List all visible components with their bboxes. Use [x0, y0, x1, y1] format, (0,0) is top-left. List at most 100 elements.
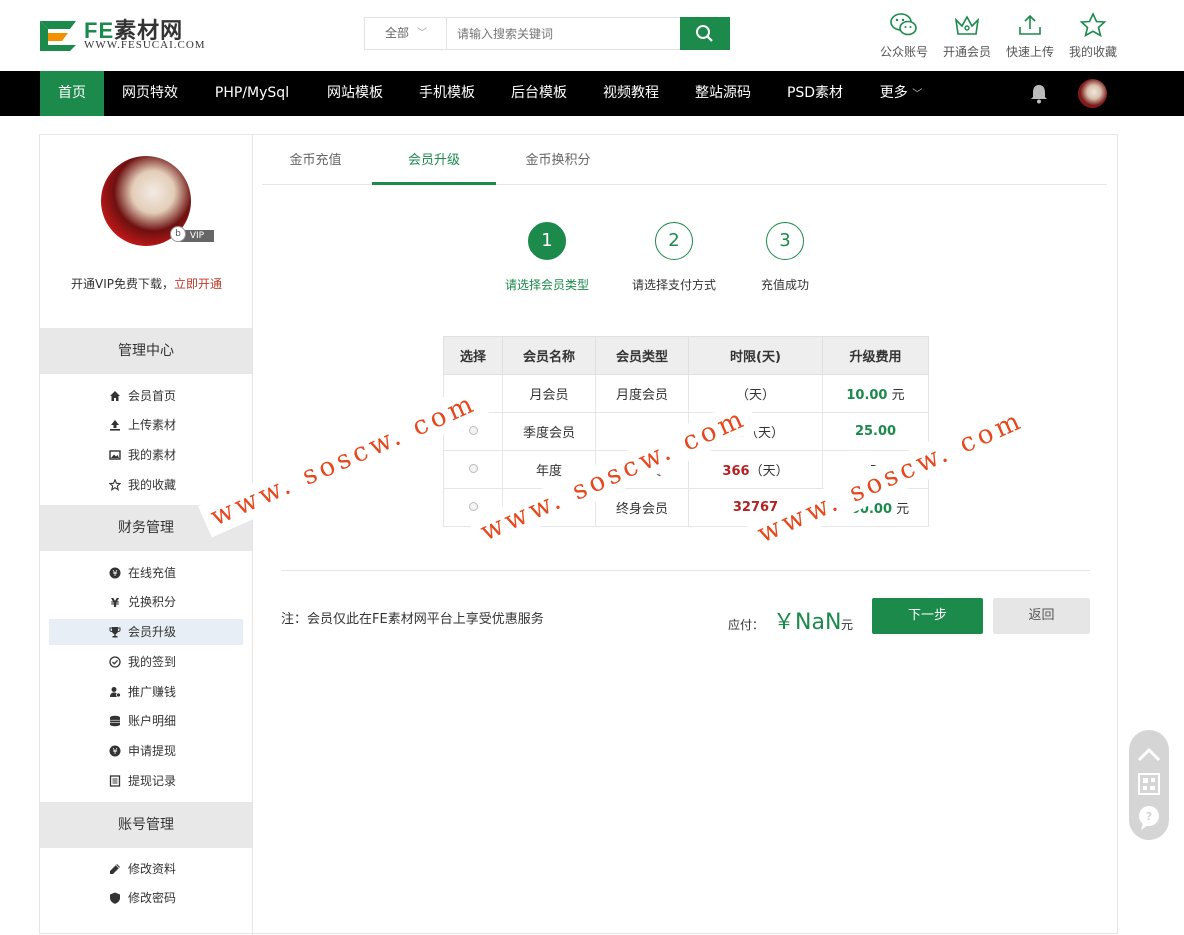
step-label: 请选择会员类型	[504, 278, 589, 292]
upload-icon	[110, 420, 120, 431]
col-upgrade-fee: 升级费用	[822, 336, 929, 375]
sidebar-item-checkin[interactable]: 我的签到	[49, 649, 243, 675]
shortcut-upload[interactable]: 快速上传	[1000, 12, 1060, 60]
database-icon	[110, 715, 120, 727]
search-bar: 全部 ﹀	[364, 17, 730, 50]
section-account: 账号管理	[40, 802, 252, 848]
home-icon	[110, 391, 120, 401]
member-center-card: VIP b 开通VIP免费下载，立即开通 管理中心 会员首页 上传素材 我的素材…	[39, 134, 1118, 935]
nav-site-templates[interactable]: 网站模板	[313, 71, 397, 116]
site-header: FE素材网 WWW.FESUCAI.COM 全部 ﹀ 公众账号	[0, 0, 1184, 71]
divider	[281, 570, 1090, 571]
svg-text:?: ?	[1146, 810, 1152, 823]
plan-radio[interactable]	[468, 426, 478, 435]
plan-radio[interactable]	[468, 502, 478, 511]
sidebar: VIP b 开通VIP免费下载，立即开通 管理中心 会员首页 上传素材 我的素材…	[40, 135, 253, 935]
sidebar-item-member-home[interactable]: 会员首页	[49, 383, 243, 409]
search-category-select[interactable]: 全部 ﹀	[365, 18, 447, 49]
site-logo[interactable]: FE素材网 WWW.FESUCAI.COM	[40, 15, 220, 55]
vip-prompt: 开通VIP免费下载，立即开通	[70, 277, 222, 291]
vip-badge: VIP b	[170, 226, 215, 244]
shield-icon	[110, 892, 120, 904]
nav-admin-templates[interactable]: 后台模板	[497, 71, 581, 116]
amount-due-unit: 元	[841, 618, 854, 632]
bell-icon[interactable]	[1028, 84, 1050, 104]
upload-icon	[1019, 14, 1041, 35]
svg-text:¥: ¥	[112, 569, 117, 578]
search-input[interactable]	[447, 18, 681, 49]
nav-full-source[interactable]: 整站源码	[681, 71, 765, 116]
sidebar-item-withdraw-records[interactable]: 提现记录	[49, 768, 243, 794]
wechat-icon	[890, 13, 917, 36]
col-member-type: 会员类型	[595, 336, 689, 375]
table-row[interactable]: 月会员 月度会员 （天） 10.00 元	[443, 374, 929, 413]
section-management: 管理中心	[40, 328, 252, 374]
yen-icon: ¥	[109, 745, 121, 757]
svg-text:¥: ¥	[111, 596, 120, 608]
step-1: 1 请选择会员类型	[482, 222, 612, 293]
sidebar-item-change-password[interactable]: 修改密码	[49, 885, 243, 911]
back-button[interactable]: 返回	[993, 598, 1090, 634]
amount-due-value: ￥NaN	[773, 610, 842, 635]
col-select: 选择	[443, 336, 503, 375]
main-nav: 首页 网页特效 PHP/MySql 网站模板 手机模板 后台模板 视频教程 整站…	[0, 71, 1184, 116]
user-promote-icon	[110, 687, 121, 698]
chevron-down-icon: ﹀	[417, 28, 427, 39]
sidebar-item-favorites[interactable]: 我的收藏	[49, 472, 243, 498]
recharge-tabs: 金币充值 会员升级 金币换积分	[262, 135, 1107, 185]
check-circle-icon	[109, 656, 121, 668]
sidebar-item-my-materials[interactable]: 我的素材	[49, 442, 243, 468]
step-3: 3 充值成功	[720, 222, 850, 293]
crown-icon	[954, 15, 980, 35]
trophy-icon	[109, 627, 121, 638]
sidebar-item-account-details[interactable]: 账户明细	[49, 708, 243, 734]
amount-due-label: 应付：	[728, 618, 765, 632]
col-duration: 时限(天)	[688, 336, 823, 375]
search-icon	[696, 25, 713, 42]
sidebar-item-member-upgrade[interactable]: 会员升级	[49, 619, 243, 645]
feedback-icon[interactable]: ?	[1129, 802, 1169, 834]
nav-php-mysql[interactable]: PHP/MySql	[200, 71, 304, 116]
logo-mark-icon	[40, 21, 76, 51]
header-shortcuts: 公众账号 开通会员 快速上传 我的收藏	[874, 12, 1124, 62]
tab-gold-to-points[interactable]: 金币换积分	[498, 135, 618, 183]
search-button[interactable]	[680, 17, 730, 50]
back-to-top-icon[interactable]	[1129, 734, 1169, 770]
sidebar-item-recharge[interactable]: ¥ 在线充值	[49, 560, 243, 586]
plan-radio[interactable]	[468, 464, 478, 473]
yen-icon: ¥	[109, 567, 121, 579]
step-number: 2	[655, 222, 693, 260]
chevron-down-icon: ﹀	[912, 89, 923, 100]
col-member-name: 会员名称	[502, 336, 596, 375]
star-icon	[109, 479, 121, 491]
nav-web-effects[interactable]: 网页特效	[108, 71, 192, 116]
image-icon	[109, 450, 121, 460]
step-number: 3	[766, 222, 804, 260]
sidebar-item-withdraw[interactable]: ¥ 申请提现	[49, 738, 243, 764]
floating-toolbar: ?	[1129, 730, 1169, 840]
logo-subtitle: WWW.FESUCAI.COM	[84, 39, 206, 51]
user-avatar[interactable]	[1078, 79, 1107, 108]
qr-code-icon[interactable]	[1129, 770, 1169, 800]
sidebar-item-upload[interactable]: 上传素材	[49, 412, 243, 438]
shortcut-favorites[interactable]: 我的收藏	[1063, 12, 1123, 60]
tab-gold-recharge[interactable]: 金币充值	[262, 135, 369, 183]
tab-member-upgrade[interactable]: 会员升级	[372, 135, 496, 185]
svg-text:¥: ¥	[112, 747, 117, 756]
open-vip-link[interactable]: 立即开通	[174, 277, 222, 291]
nav-psd[interactable]: PSD素材	[773, 71, 857, 116]
nav-mobile-templates[interactable]: 手机模板	[405, 71, 489, 116]
nav-video-tutorials[interactable]: 视频教程	[589, 71, 673, 116]
step-label: 充值成功	[760, 278, 809, 292]
membership-note: 注：会员仅此在FE素材网平台上享受优惠服务	[281, 612, 544, 627]
sidebar-item-edit-profile[interactable]: 修改资料	[49, 856, 243, 882]
sidebar-item-exchange-points[interactable]: ¥ 兑换积分	[49, 589, 243, 615]
sidebar-item-promote[interactable]: 推广赚钱	[49, 679, 243, 705]
shortcut-vip[interactable]: 开通会员	[937, 12, 997, 60]
nav-more[interactable]: 更多 ﹀	[866, 71, 936, 116]
exchange-icon: ¥	[111, 596, 120, 608]
shortcut-wechat[interactable]: 公众账号	[874, 12, 934, 60]
edit-icon	[110, 864, 120, 874]
nav-home[interactable]: 首页	[40, 71, 104, 116]
next-step-button[interactable]: 下一步	[872, 598, 983, 634]
